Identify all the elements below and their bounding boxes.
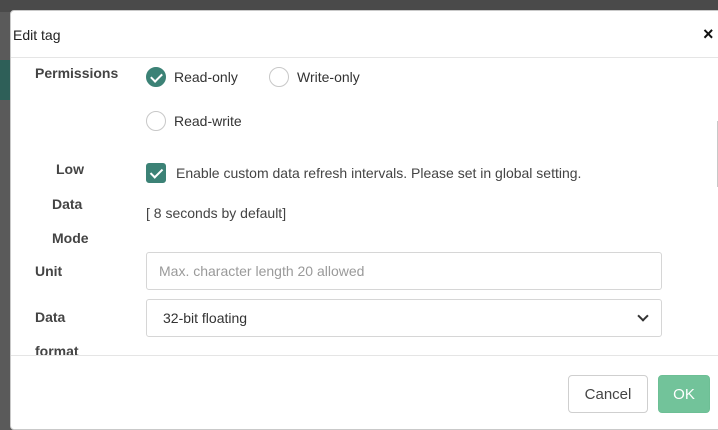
dialog-header: Edit tag × <box>11 11 718 58</box>
radio-write-only-label: Write-only <box>297 69 360 85</box>
radio-unchecked-icon[interactable] <box>269 67 289 87</box>
data-format-select[interactable]: 32-bit floating <box>146 299 662 337</box>
dialog-title: Edit tag <box>13 27 61 43</box>
permissions-label: Permissions <box>35 65 119 81</box>
custom-refresh-checkbox-label: Enable custom data refresh intervals. Pl… <box>176 165 582 181</box>
low-data-mode-label-line3: Mode <box>52 230 89 246</box>
low-data-mode-label-line2: Data <box>52 196 83 212</box>
radio-read-write[interactable]: Read-write <box>146 111 242 131</box>
cancel-button[interactable]: Cancel <box>568 375 648 413</box>
dialog-footer: Cancel OK <box>11 355 718 430</box>
radio-unchecked-icon[interactable] <box>146 111 166 131</box>
checkbox-checked-icon[interactable] <box>146 163 166 183</box>
radio-read-only-label: Read-only <box>174 69 238 85</box>
radio-read-only[interactable]: Read-only <box>146 67 238 87</box>
low-data-mode-label-line1: Low <box>56 161 84 177</box>
data-format-label-line2: format <box>35 343 79 355</box>
chevron-down-icon <box>637 310 649 322</box>
radio-checked-icon[interactable] <box>146 67 166 87</box>
background-sidebar-strip <box>0 60 10 100</box>
refresh-default-note: [ 8 seconds by default] <box>146 205 287 221</box>
custom-refresh-checkbox-row[interactable]: Enable custom data refresh intervals. Pl… <box>146 163 581 183</box>
unit-label: Unit <box>35 263 63 279</box>
dialog-body: Permissions Read-only Write-only Read-wr… <box>11 59 718 355</box>
data-format-selected-value: 32-bit floating <box>163 310 248 326</box>
radio-write-only[interactable]: Write-only <box>269 67 360 87</box>
data-format-label-line1: Data <box>35 309 66 325</box>
ok-button[interactable]: OK <box>658 375 710 413</box>
edit-tag-dialog: Edit tag × Permissions Read-only Write-o… <box>10 10 718 430</box>
close-icon[interactable]: × <box>703 25 714 43</box>
unit-input[interactable] <box>146 252 662 290</box>
radio-read-write-label: Read-write <box>174 113 242 129</box>
